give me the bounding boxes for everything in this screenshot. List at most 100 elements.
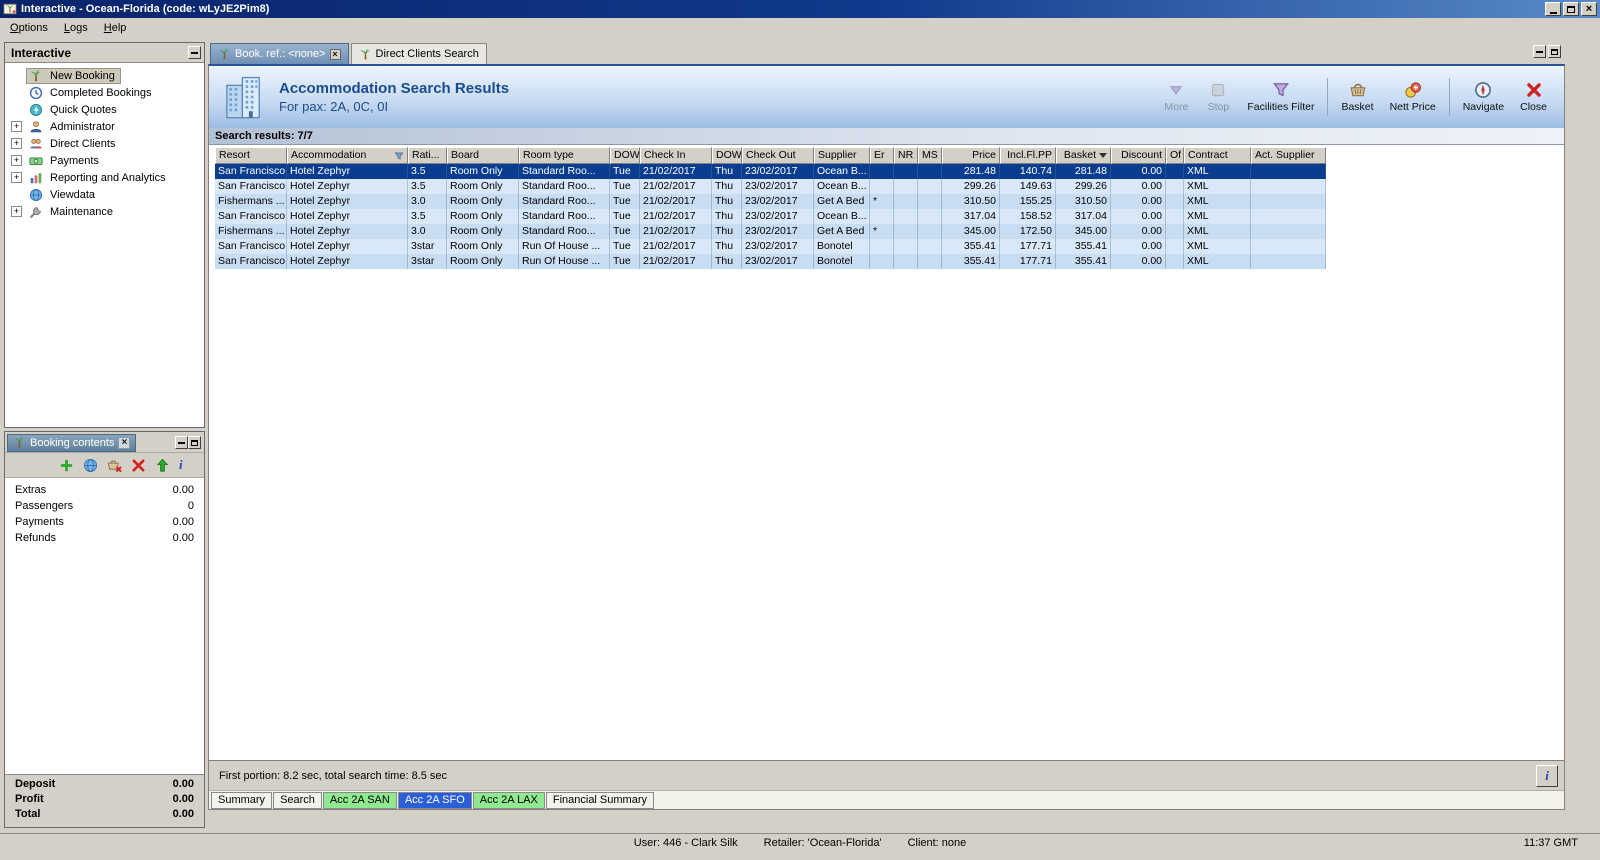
sidebar-item-administrator[interactable]: + Administrator: [5, 118, 204, 135]
tool-nett-price[interactable]: Nett Price: [1383, 78, 1443, 116]
tool-label: Nett Price: [1389, 101, 1436, 113]
sidebar-item-completed-bookings[interactable]: Completed Bookings: [5, 84, 204, 101]
table-row[interactable]: Fishermans ... Hotel Zephyr 3.0 Room Only St…: [215, 194, 1326, 209]
table-row[interactable]: San Francisco Hotel Zephyr 3star Room Only R…: [215, 254, 1326, 269]
column-header-resort[interactable]: Resort: [215, 147, 287, 164]
column-header-dow[interactable]: DOW: [610, 147, 640, 164]
workspace-tab-financial-summary[interactable]: Financial Summary: [545, 792, 654, 809]
column-header-incl-fl-pp[interactable]: Incl.Fl.PP: [1000, 147, 1056, 164]
workspace-tab-acc-2a-san[interactable]: Acc 2A SAN: [322, 792, 397, 809]
sidebar-item-direct-clients[interactable]: + Direct Clients: [5, 135, 204, 152]
cell: [1251, 179, 1326, 194]
column-header-act-supplier[interactable]: Act. Supplier: [1251, 147, 1326, 164]
cell: 23/02/2017: [742, 224, 814, 239]
column-header-ms[interactable]: MS: [918, 147, 942, 164]
filter-icon[interactable]: [394, 151, 404, 161]
sidebar-item-reporting-and-analytics[interactable]: + Reporting and Analytics: [5, 169, 204, 186]
tool-basket[interactable]: Basket: [1334, 78, 1380, 116]
column-header-supplier[interactable]: Supplier: [814, 147, 870, 164]
booking-row-passengers: Passengers 0: [5, 500, 204, 516]
titlebar[interactable]: Interactive - Ocean-Florida (code: wLyJE…: [0, 0, 1600, 18]
table-row[interactable]: Fishermans ... Hotel Zephyr 3.0 Room Only St…: [215, 224, 1326, 239]
booking-contents-tab[interactable]: Booking contents ×: [7, 433, 137, 452]
basket-remove-icon[interactable]: [107, 458, 122, 473]
delete-icon[interactable]: [131, 458, 146, 473]
workspace-tab-acc-2a-lax[interactable]: Acc 2A LAX: [472, 792, 545, 809]
cell: 299.26: [942, 179, 1000, 194]
column-header-rati[interactable]: Rati...: [408, 147, 447, 164]
column-header-room-type[interactable]: Room type: [519, 147, 610, 164]
sidebar-item-maintenance[interactable]: + Maintenance: [5, 203, 204, 220]
column-header-check-in[interactable]: Check In: [640, 147, 712, 164]
expand-icon[interactable]: +: [11, 155, 22, 166]
sidebar-item-payments[interactable]: + Payments: [5, 152, 204, 169]
cell: 310.50: [942, 194, 1000, 209]
panel-collapse-button[interactable]: [188, 46, 201, 59]
info-button[interactable]: i: [1536, 764, 1558, 787]
sidebar-item-new-booking[interactable]: New Booking: [5, 67, 204, 84]
up-arrow-icon[interactable]: [155, 458, 170, 473]
info-icon[interactable]: i: [179, 458, 192, 473]
column-header-nr[interactable]: NR: [894, 147, 918, 164]
column-header-discount[interactable]: Discount: [1111, 147, 1166, 164]
cell: Hotel Zephyr: [287, 194, 408, 209]
cell: [918, 254, 942, 269]
sidebar-item-viewdata[interactable]: Viewdata: [5, 186, 204, 203]
cell: Bonotel: [814, 239, 870, 254]
child-restore-button[interactable]: [1548, 45, 1561, 58]
menu-item-logs[interactable]: Logs: [56, 20, 96, 36]
cell: 3.5: [408, 164, 447, 179]
maximize-button[interactable]: [1563, 2, 1579, 16]
cell: Room Only: [447, 164, 519, 179]
cell: Room Only: [447, 194, 519, 209]
tool-facilities-filter[interactable]: Facilities Filter: [1240, 78, 1321, 116]
column-label: Resort: [219, 149, 250, 161]
cell: Hotel Zephyr: [287, 179, 408, 194]
expand-icon[interactable]: +: [11, 138, 22, 149]
cell: 172.50: [1000, 224, 1056, 239]
add-icon[interactable]: [59, 458, 74, 473]
minimize-button[interactable]: [1545, 2, 1561, 16]
cell: [870, 179, 894, 194]
workspace-tab-search[interactable]: Search: [273, 792, 322, 809]
close-button[interactable]: ×: [1581, 2, 1597, 16]
expand-icon[interactable]: +: [11, 172, 22, 183]
child-minimize-button[interactable]: [1533, 45, 1546, 58]
column-header-basket[interactable]: Basket: [1056, 147, 1111, 164]
table-row[interactable]: San Francisco Hotel Zephyr 3.5 Room Only Sta…: [215, 179, 1326, 194]
menu-item-help[interactable]: Help: [96, 20, 135, 36]
tab-direct-clients-search[interactable]: Direct Clients Search: [350, 43, 487, 64]
cell: Tue: [610, 179, 640, 194]
cell: San Francisco: [215, 254, 287, 269]
column-header-board[interactable]: Board: [447, 147, 519, 164]
booking-panel-minimize-button[interactable]: [175, 436, 188, 449]
expand-icon[interactable]: +: [11, 206, 22, 217]
booking-panel-maximize-button[interactable]: [188, 436, 201, 449]
table-row[interactable]: San Francisco Hotel Zephyr 3.5 Room Only Sta…: [215, 209, 1326, 224]
sidebar-item-quick-quotes[interactable]: Quick Quotes: [5, 101, 204, 118]
nett-icon: [1404, 81, 1422, 99]
tab-book-ref-none[interactable]: Book. ref.: <none> ×: [210, 43, 349, 64]
cell: Tue: [610, 254, 640, 269]
tool-close[interactable]: Close: [1513, 78, 1554, 116]
column-header-price[interactable]: Price: [942, 147, 1000, 164]
column-header-contract[interactable]: Contract: [1184, 147, 1251, 164]
workspace-tab-summary[interactable]: Summary: [211, 792, 273, 809]
globe-icon[interactable]: [83, 458, 98, 473]
tool-navigate[interactable]: Navigate: [1456, 78, 1511, 116]
sidebar-item-label: Reporting and Analytics: [50, 171, 166, 184]
column-header-dow[interactable]: DOW: [712, 147, 742, 164]
table-row[interactable]: San Francisco Hotel Zephyr 3.5 Room Only Sta…: [215, 164, 1326, 179]
column-header-accommodation[interactable]: Accommodation: [287, 147, 408, 164]
workspace-tab-acc-2a-sfo[interactable]: Acc 2A SFO: [397, 792, 472, 809]
column-header-er[interactable]: Er: [870, 147, 894, 164]
column-header-check-out[interactable]: Check Out: [742, 147, 814, 164]
column-header-of[interactable]: Of: [1166, 147, 1184, 164]
expand-icon[interactable]: +: [11, 121, 22, 132]
tab-close-icon[interactable]: ×: [329, 48, 341, 60]
booking-total-label: Deposit: [15, 778, 56, 790]
menu-item-options[interactable]: Options: [2, 20, 56, 36]
table-row[interactable]: San Francisco Hotel Zephyr 3star Room Only R…: [215, 239, 1326, 254]
cell: 281.48: [1056, 164, 1111, 179]
booking-contents-close-icon[interactable]: ×: [118, 436, 131, 449]
